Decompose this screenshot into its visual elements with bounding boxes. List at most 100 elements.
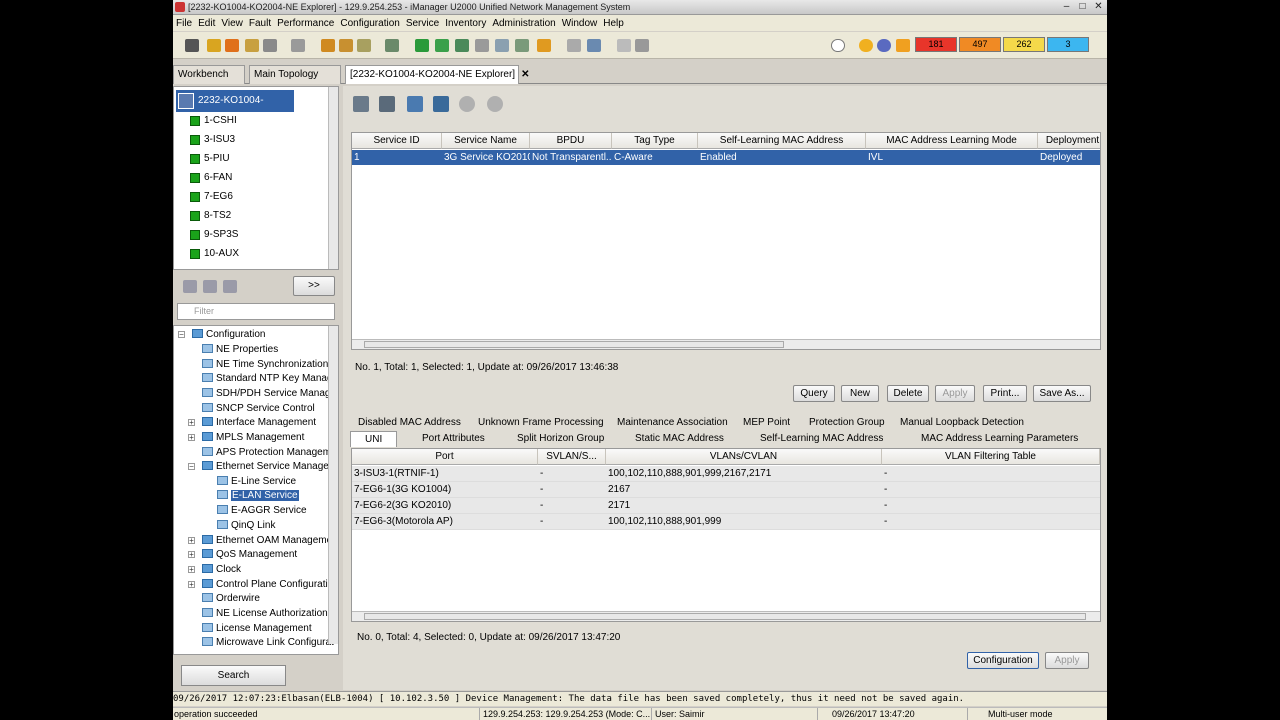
board-item[interactable]: 5-PIU (190, 151, 230, 167)
menu-configuration[interactable]: Configuration (339, 18, 404, 29)
tree-item-ethernet-oam[interactable]: + Ethernet OAM Manageme (188, 534, 332, 548)
uni-table-hscrollbar[interactable] (352, 611, 1100, 621)
tree-item-clock[interactable]: + Clock (188, 563, 241, 577)
expand-icon[interactable]: + (188, 581, 195, 589)
tree-icon[interactable] (495, 39, 509, 52)
tab-static-mac[interactable]: Static MAC Address (635, 431, 724, 447)
tab-main-topology[interactable]: Main Topology (249, 65, 341, 84)
tree-item-ethernet-service[interactable]: − Ethernet Service Managem (188, 460, 337, 474)
board-item[interactable]: 6-FAN (190, 170, 232, 186)
alarm-filter-icon[interactable] (877, 39, 891, 52)
expand-icon[interactable]: + (188, 551, 195, 559)
ne-config-icon[interactable] (207, 39, 221, 52)
filter-icon[interactable] (357, 39, 371, 52)
minimize-button[interactable]: – (1060, 0, 1073, 13)
maximize-button[interactable]: □ (1076, 0, 1089, 13)
expand-icon[interactable]: + (188, 537, 195, 545)
major-alarm-count[interactable]: 497 (959, 37, 1001, 52)
filter-input[interactable]: Filter (177, 303, 335, 320)
column-header-service-name[interactable]: Service Name (442, 133, 530, 149)
tree-item-e-line-service[interactable]: E-Line Service (217, 475, 296, 489)
tree-item-ntp-key[interactable]: Standard NTP Key Manag (202, 372, 333, 386)
tab-self-learning-mac[interactable]: Self-Learning MAC Address (760, 431, 883, 447)
collapse-icon[interactable]: − (178, 331, 185, 339)
board-item[interactable]: 10-AUX (190, 246, 239, 262)
critical-alarm-count[interactable]: 181 (915, 37, 957, 52)
menu-performance[interactable]: Performance (276, 18, 339, 29)
print-button[interactable]: Print... (983, 385, 1027, 402)
book-icon[interactable] (433, 96, 449, 112)
column-header-vlan-filtering[interactable]: VLAN Filtering Table (882, 449, 1100, 465)
tree-item-sncp[interactable]: SNCP Service Control (202, 402, 315, 416)
tab-maintenance-association[interactable]: Maintenance Association (617, 415, 728, 431)
refresh-icon[interactable] (183, 280, 197, 293)
expand-icon[interactable]: + (188, 434, 195, 442)
tree-scrollbar[interactable] (328, 87, 338, 269)
expand-icon[interactable]: + (188, 419, 195, 427)
bottom-apply-button[interactable]: Apply (1045, 652, 1089, 669)
column-header-port[interactable]: Port (352, 449, 538, 465)
tab-uni[interactable]: UNI (350, 431, 398, 447)
column-header-mac-learning-mode[interactable]: MAC Address Learning Mode (866, 133, 1038, 149)
lock-icon[interactable] (245, 39, 259, 52)
column-header-self-learning-mac[interactable]: Self-Learning MAC Address (698, 133, 866, 149)
ne-root-node[interactable]: 2232-KO1004-KO2004 (176, 90, 294, 128)
tree-item-aps-protection[interactable]: APS Protection Managem (202, 446, 331, 460)
copy-service-icon[interactable] (379, 96, 395, 112)
close-window-button[interactable]: ✕ (1092, 0, 1105, 13)
table-row[interactable]: 7-EG6-3(Motorola AP) - 100,102,110,888,9… (352, 514, 1100, 530)
tree-item-e-aggr-service[interactable]: E-AGGR Service (217, 504, 307, 518)
column-header-tag-type[interactable]: Tag Type (612, 133, 698, 149)
export-icon[interactable] (339, 39, 353, 52)
query-button[interactable]: Query (793, 385, 835, 402)
tree-item-configuration[interactable]: − Configuration (178, 328, 265, 342)
tree-item-ne-time-sync[interactable]: NE Time Synchronization (202, 358, 328, 372)
create-service-icon[interactable] (353, 96, 369, 112)
column-header-svlan[interactable]: SVLAN/S... (538, 449, 606, 465)
window-layout-icon[interactable] (635, 39, 649, 52)
column-header-deployment[interactable]: Deployment (1038, 133, 1100, 149)
disconnect-icon[interactable] (475, 39, 489, 52)
alarm-panel-icon[interactable] (831, 39, 845, 52)
tab-manual-loopback[interactable]: Manual Loopback Detection (900, 415, 1024, 431)
tools-icon[interactable] (225, 39, 239, 52)
tree-item-qos-management[interactable]: + QoS Management (188, 548, 297, 562)
menu-view[interactable]: View (220, 18, 248, 29)
tree-item-microwave-link[interactable]: Microwave Link Configurat (202, 636, 334, 650)
collapse-all-icon[interactable] (223, 280, 237, 293)
database-icon[interactable] (407, 96, 423, 112)
route-icon[interactable] (455, 39, 469, 52)
column-header-bpdu[interactable]: BPDU (530, 133, 612, 149)
window-tile-icon[interactable] (617, 39, 631, 52)
tab-port-attributes[interactable]: Port Attributes (422, 431, 485, 447)
tree-item-sdh-pdh[interactable]: SDH/PDH Service Manage (202, 387, 336, 401)
tab-mac-learning-params[interactable]: MAC Address Learning Parameters (921, 431, 1078, 447)
monitor-icon[interactable] (587, 39, 601, 52)
close-tab-icon[interactable]: ✕ (521, 69, 529, 80)
table-row[interactable]: 3-ISU3-1(RTNIF-1) - 100,102,110,888,901,… (352, 466, 1100, 482)
apply-button[interactable]: Apply (935, 385, 975, 402)
expand-all-icon[interactable] (203, 280, 217, 293)
ring-icon[interactable] (515, 39, 529, 52)
menu-file[interactable]: File (175, 18, 197, 29)
print-icon[interactable] (263, 39, 277, 52)
column-header-vlans-cvlan[interactable]: VLANs/CVLAN (606, 449, 882, 465)
menu-edit[interactable]: Edit (197, 18, 220, 29)
expand-panel-button[interactable]: >> (293, 276, 335, 296)
table-row[interactable]: 7-EG6-2(3G KO2010) - 2171 - (352, 498, 1100, 514)
alarm-sound-icon[interactable] (859, 39, 873, 52)
tree-item-license-management[interactable]: License Management (202, 622, 312, 636)
menu-administration[interactable]: Administration (491, 18, 560, 29)
link-icon[interactable] (385, 39, 399, 52)
column-header-service-id[interactable]: Service ID (352, 133, 442, 149)
minor-alarm-count[interactable]: 262 (1003, 37, 1045, 52)
tab-protection-group[interactable]: Protection Group (809, 415, 885, 431)
board-item[interactable]: 8-TS2 (190, 208, 231, 224)
tree-item-control-plane[interactable]: + Control Plane Configuratio (188, 578, 333, 592)
table-row[interactable]: 7-EG6-1(3G KO1004) - 2167 - (352, 482, 1100, 498)
warning-alarm-count[interactable]: 3 (1047, 37, 1089, 52)
board-item[interactable]: 3-ISU3 (190, 132, 235, 148)
menu-help[interactable]: Help (602, 18, 629, 29)
network-icon[interactable] (415, 39, 429, 52)
tab-workbench[interactable]: Workbench (173, 65, 245, 84)
